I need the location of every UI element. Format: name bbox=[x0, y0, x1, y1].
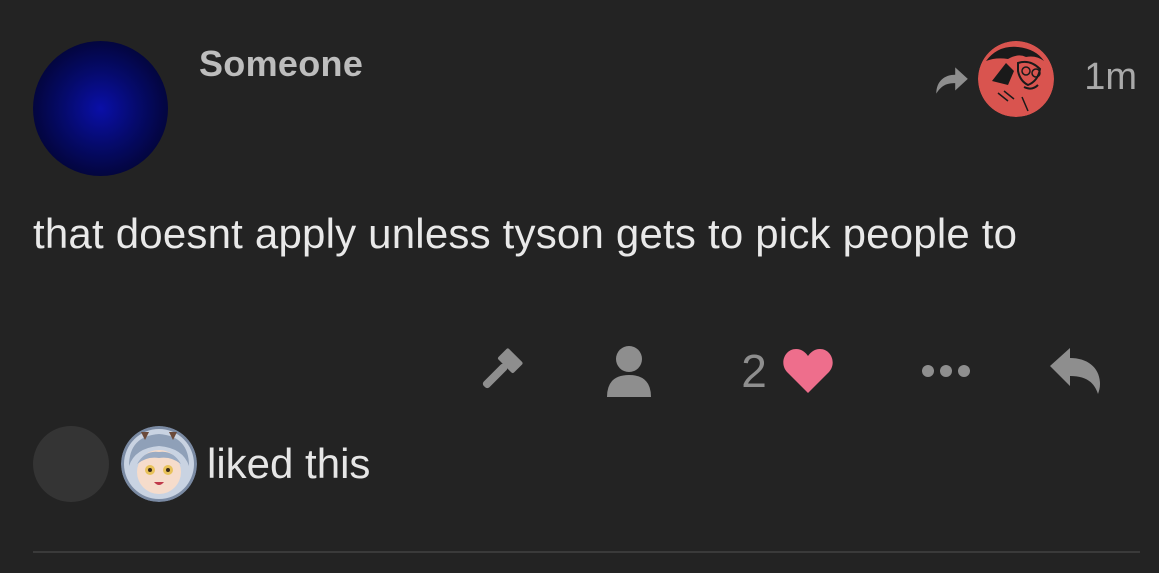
gavel-icon bbox=[482, 348, 523, 389]
more-button[interactable] bbox=[918, 338, 974, 404]
ellipsis-icon bbox=[922, 365, 970, 377]
reply-to-avatar[interactable] bbox=[978, 41, 1054, 117]
divider bbox=[33, 551, 1140, 553]
post-time: 1m bbox=[1084, 56, 1137, 98]
share-arrow-icon bbox=[936, 67, 968, 94]
author-avatar[interactable] bbox=[33, 41, 168, 176]
reply-button[interactable] bbox=[1046, 338, 1104, 404]
reply-to-avatar-image bbox=[978, 41, 1054, 117]
liker-avatar-placeholder[interactable] bbox=[33, 426, 109, 502]
user-button[interactable] bbox=[600, 338, 658, 404]
user-icon bbox=[607, 346, 651, 397]
reply-arrow-icon bbox=[1050, 348, 1100, 394]
liked-this-label: liked this bbox=[207, 440, 371, 487]
post-actions: 2 bbox=[0, 338, 1159, 404]
flag-button[interactable] bbox=[468, 338, 532, 404]
reply-to-indicator[interactable] bbox=[930, 41, 1054, 117]
heart-icon bbox=[783, 349, 833, 393]
liker-avatar-image bbox=[121, 426, 197, 502]
post-content: that doesnt apply unless tyson gets to p… bbox=[33, 210, 1018, 257]
like-button[interactable]: 2 bbox=[726, 338, 850, 404]
post-card: Someone 1m that doesnt apply unless tyso… bbox=[0, 0, 1159, 573]
author-username[interactable]: Someone bbox=[199, 43, 363, 85]
liker-avatar[interactable] bbox=[121, 426, 197, 502]
like-count: 2 bbox=[741, 345, 767, 397]
likes-summary: liked this bbox=[33, 425, 370, 503]
